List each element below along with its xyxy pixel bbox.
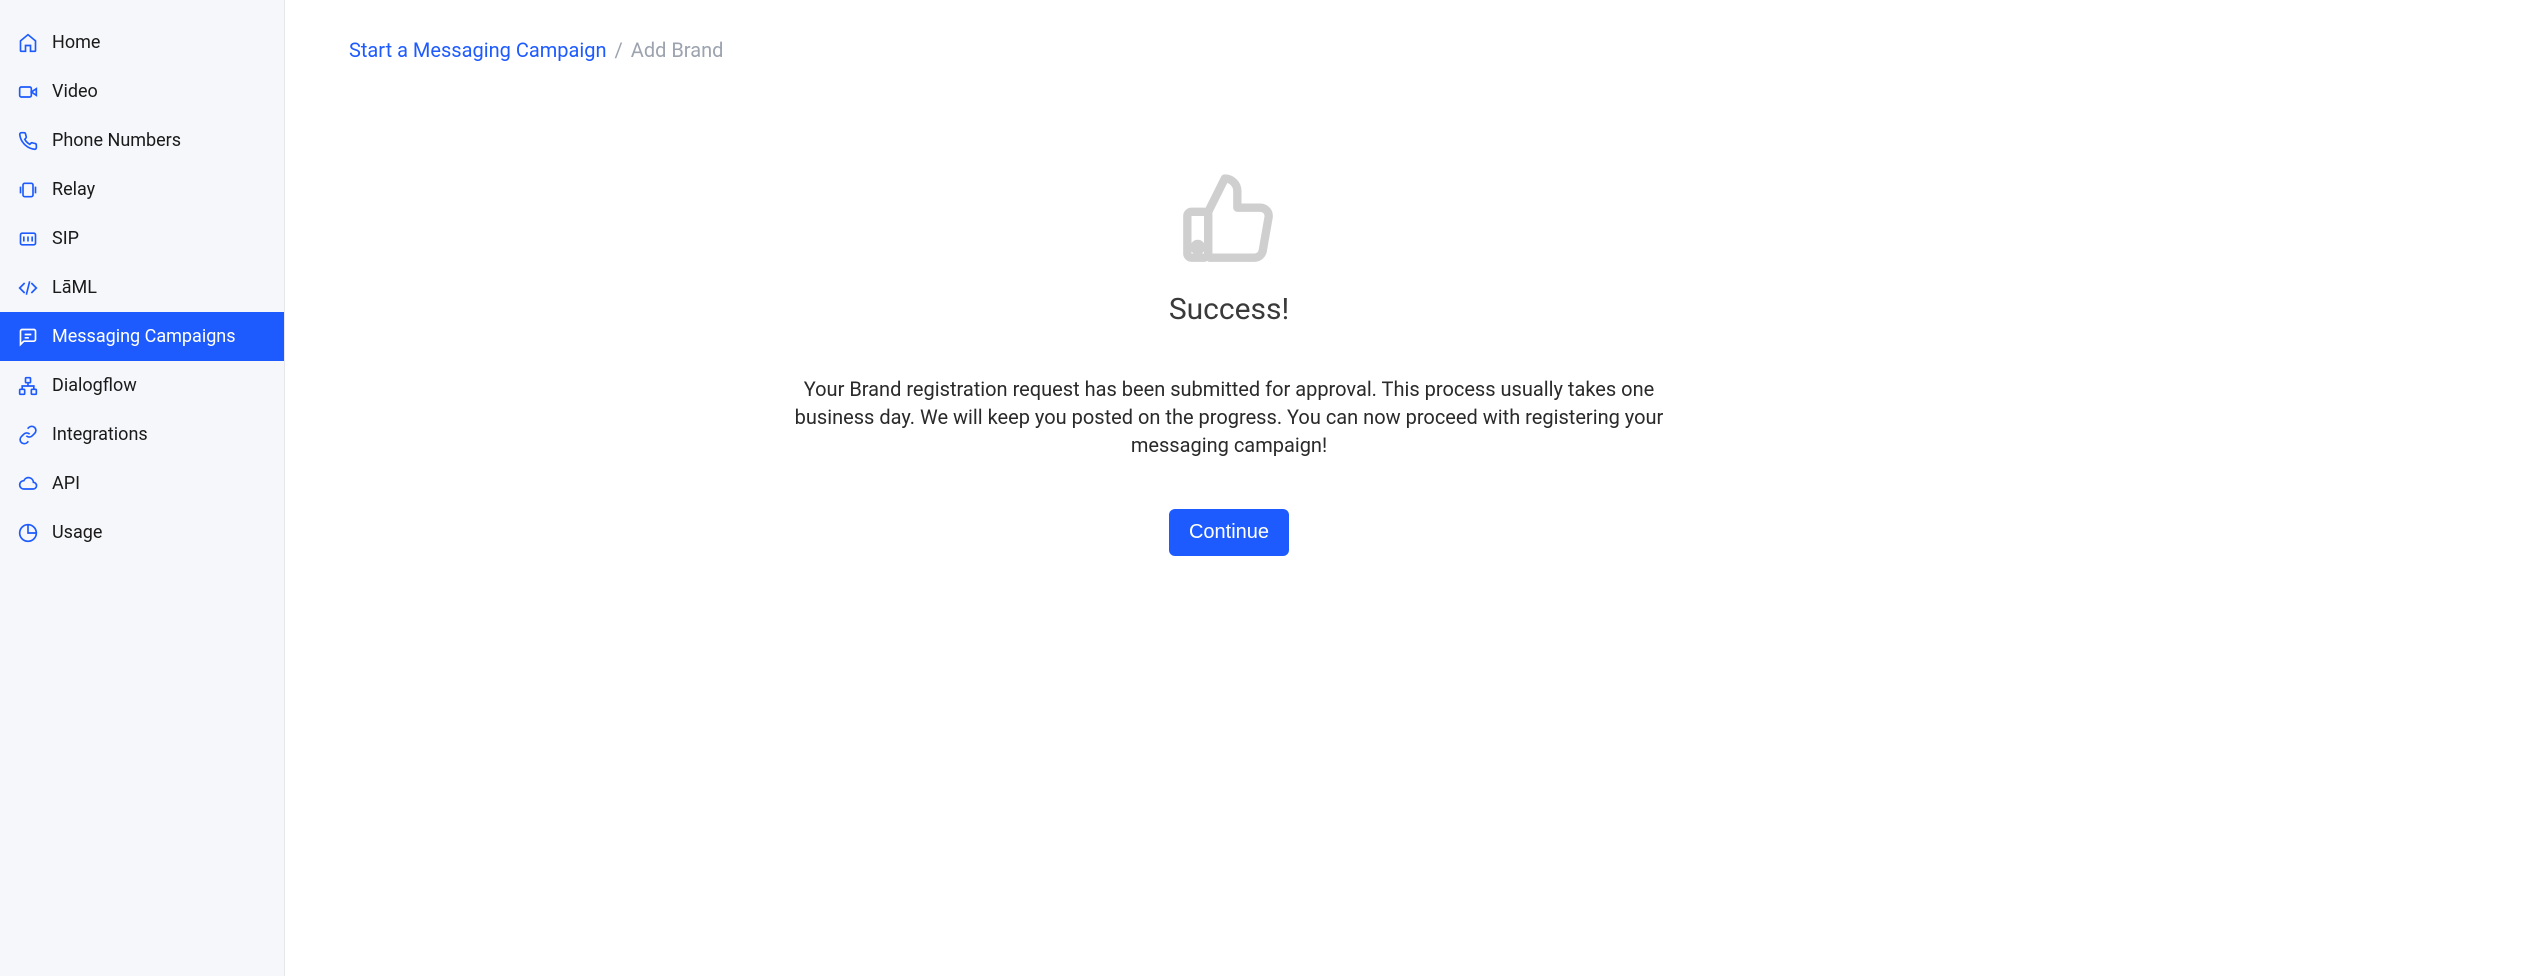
relay-icon xyxy=(18,180,38,200)
sidebar-item-label: Messaging Campaigns xyxy=(52,326,236,347)
continue-button[interactable]: Continue xyxy=(1169,509,1289,556)
phone-icon xyxy=(18,131,38,151)
message-icon xyxy=(18,327,38,347)
sidebar-item-home[interactable]: Home xyxy=(0,18,284,67)
home-icon xyxy=(18,33,38,53)
sidebar-item-label: LāML xyxy=(52,277,97,298)
sidebar-item-label: Video xyxy=(52,81,98,102)
breadcrumb: Start a Messaging Campaign / Add Brand xyxy=(349,38,2464,62)
sidebar-item-video[interactable]: Video xyxy=(0,67,284,116)
sidebar-item-label: API xyxy=(52,473,80,494)
sidebar-item-laml[interactable]: LāML xyxy=(0,263,284,312)
sidebar-item-integrations[interactable]: Integrations xyxy=(0,410,284,459)
video-icon xyxy=(18,82,38,102)
breadcrumb-current: Add Brand xyxy=(631,38,724,62)
success-panel: Success! Your Brand registration request… xyxy=(349,162,2109,556)
sidebar-item-label: Home xyxy=(52,32,100,53)
sidebar-item-usage[interactable]: Usage xyxy=(0,508,284,557)
sidebar-item-sip[interactable]: SIP xyxy=(0,214,284,263)
sidebar-item-label: Integrations xyxy=(52,424,148,445)
sidebar-item-dialogflow[interactable]: Dialogflow xyxy=(0,361,284,410)
dialogflow-icon xyxy=(18,376,38,396)
success-title: Success! xyxy=(1169,292,1289,327)
sidebar-item-label: SIP xyxy=(52,228,79,249)
code-icon xyxy=(18,278,38,298)
thumbs-up-icon xyxy=(1179,162,1279,270)
sidebar-item-label: Dialogflow xyxy=(52,375,137,396)
integrations-icon xyxy=(18,425,38,445)
cloud-icon xyxy=(18,474,38,494)
usage-icon xyxy=(18,523,38,543)
sidebar-item-label: Phone Numbers xyxy=(52,130,181,151)
sidebar-item-api[interactable]: API xyxy=(0,459,284,508)
sidebar-item-phone-numbers[interactable]: Phone Numbers xyxy=(0,116,284,165)
sidebar-item-label: Relay xyxy=(52,179,95,200)
sidebar-item-messaging-campaigns[interactable]: Messaging Campaigns xyxy=(0,312,284,361)
sidebar-item-relay[interactable]: Relay xyxy=(0,165,284,214)
sidebar-item-label: Usage xyxy=(52,522,102,543)
breadcrumb-separator: / xyxy=(615,38,623,62)
sip-icon xyxy=(18,229,38,249)
breadcrumb-link[interactable]: Start a Messaging Campaign xyxy=(349,38,607,62)
main-content: Start a Messaging Campaign / Add Brand S… xyxy=(285,0,2528,976)
success-message: Your Brand registration request has been… xyxy=(789,375,1669,459)
app-root: Home Video Phone Numbers Relay SIP xyxy=(0,0,2528,976)
sidebar: Home Video Phone Numbers Relay SIP xyxy=(0,0,285,976)
